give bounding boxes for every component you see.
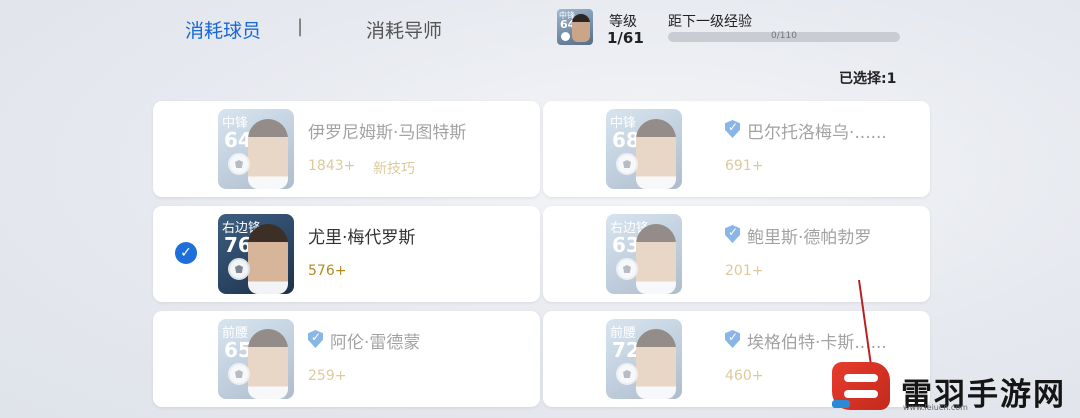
player-value: 576+ — [308, 263, 347, 279]
tab-separator: | — [297, 16, 304, 37]
club-badge-icon — [616, 258, 638, 280]
club-badge-icon — [228, 153, 250, 175]
club-badge-icon — [228, 363, 250, 385]
player-card[interactable]: ✓ 右边锋 76 尤里·梅代罗斯 576+ — [153, 206, 540, 302]
player-value: 1843+ — [308, 158, 356, 174]
player-skill-tag: 新技巧 — [373, 161, 415, 177]
level-player-card: 中锋 64 — [557, 9, 593, 45]
player-value: 259+ — [308, 368, 347, 384]
player-value: 460+ — [725, 368, 764, 384]
player-portrait — [636, 329, 676, 399]
player-portrait — [636, 224, 676, 294]
player-name: 巴尔托洛梅乌·...... — [747, 123, 887, 143]
verified-shield-icon — [725, 225, 740, 243]
player-card[interactable]: 右边锋 63 鲍里斯·德帕勃罗 201+ — [543, 206, 930, 302]
level-label: 等级 — [609, 14, 637, 30]
player-card-thumbnail: 右边锋 76 — [218, 214, 294, 294]
tab-consume-players[interactable]: 消耗球员 — [185, 16, 261, 43]
player-value: 201+ — [725, 263, 764, 279]
player-name: 伊罗尼姆斯·马图特斯 — [308, 123, 467, 143]
club-badge-icon — [561, 32, 570, 41]
player-card-thumbnail: 右边锋 63 — [606, 214, 682, 294]
player-portrait — [248, 329, 288, 399]
player-card-thumbnail: 中锋 68 — [606, 109, 682, 189]
watermark-url: www.leiucn.com — [903, 403, 968, 412]
level-value: 1/61 — [607, 29, 644, 47]
player-name: 阿伦·雷德蒙 — [330, 333, 421, 353]
player-name: 尤里·梅代罗斯 — [308, 228, 416, 248]
player-card-thumbnail: 中锋 64 — [218, 109, 294, 189]
player-card[interactable]: 前腰 65 阿伦·雷德蒙 259+ — [153, 311, 540, 407]
exp-progress-text: 0/110 — [771, 31, 797, 41]
exp-progress-bar: 0/110 — [668, 31, 900, 42]
watermark-logo-icon — [832, 362, 890, 410]
player-name: 鲍里斯·德帕勃罗 — [747, 228, 872, 248]
club-badge-icon — [616, 153, 638, 175]
selected-check-icon[interactable]: ✓ — [175, 242, 197, 264]
tab-consume-mentors[interactable]: 消耗导师 — [366, 16, 442, 43]
exp-label: 距下一级经验 — [668, 14, 752, 30]
club-badge-icon — [228, 258, 250, 280]
verified-shield-icon — [725, 330, 740, 348]
player-portrait — [248, 119, 288, 189]
player-card-thumbnail: 前腰 65 — [218, 319, 294, 399]
player-portrait — [572, 14, 590, 42]
player-card[interactable]: 中锋 68 巴尔托洛梅乌·...... 691+ — [543, 101, 930, 197]
player-card-thumbnail: 前腰 72 — [606, 319, 682, 399]
club-badge-icon — [616, 363, 638, 385]
player-card[interactable]: 中锋 64 伊罗尼姆斯·马图特斯 1843+ 新技巧 — [153, 101, 540, 197]
player-value: 691+ — [725, 158, 764, 174]
selected-count: 已选择:1 — [839, 71, 897, 87]
player-portrait — [636, 119, 676, 189]
verified-shield-icon — [308, 330, 323, 348]
verified-shield-icon — [725, 120, 740, 138]
player-portrait — [248, 224, 288, 294]
